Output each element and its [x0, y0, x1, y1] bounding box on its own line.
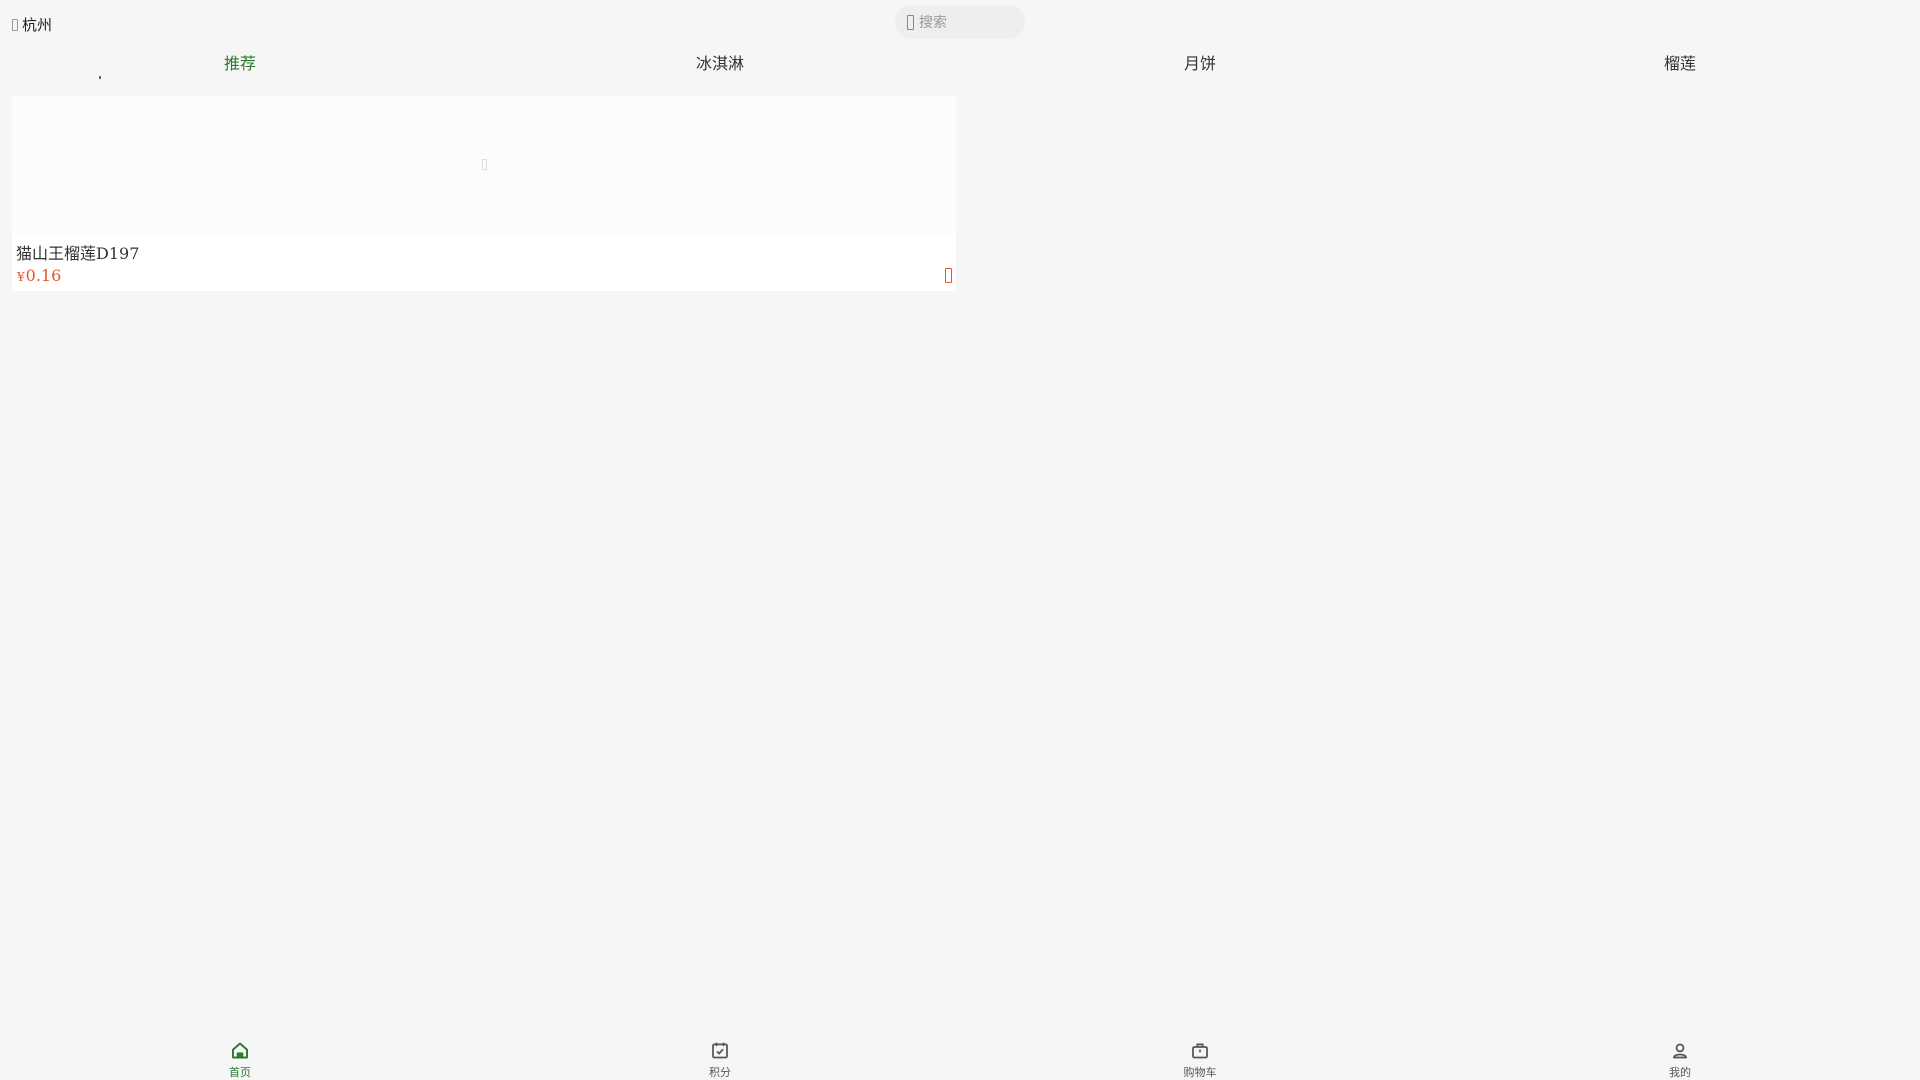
tab-mooncake[interactable]: 月饼: [960, 48, 1440, 80]
bag-icon: [1192, 1043, 1208, 1059]
tab-recommended[interactable]: 推荐: [0, 48, 480, 80]
nav-mine[interactable]: 我的: [1440, 1030, 1920, 1080]
nav-cart-label: 购物车: [1183, 1066, 1217, 1079]
location-icon: [12, 18, 18, 31]
category-tabs: 推荐 冰淇淋 月饼 榴莲: [0, 48, 1920, 80]
location-selector[interactable]: 杭州: [12, 14, 52, 35]
top-header: 杭州 搜索: [0, 0, 1920, 44]
product-image: [12, 96, 956, 234]
image-placeholder-icon: [482, 159, 487, 170]
home-icon: [232, 1042, 248, 1059]
nav-mine-label: 我的: [1669, 1066, 1691, 1079]
nav-points[interactable]: 积分: [480, 1030, 960, 1080]
location-label: 杭州: [22, 16, 53, 34]
price-value: 0.16: [25, 266, 62, 285]
bottom-nav: 首页 积分 购物车 我的: [0, 1030, 1920, 1080]
nav-home[interactable]: 首页: [0, 1030, 480, 1080]
currency-symbol: ¥: [17, 270, 25, 284]
nav-cart[interactable]: 购物车: [960, 1030, 1440, 1080]
tab-ice-cream[interactable]: 冰淇淋: [480, 48, 960, 80]
add-to-cart-icon[interactable]: [945, 268, 952, 283]
search-icon: [907, 14, 914, 30]
product-name: 猫山王榴莲D197: [16, 244, 140, 263]
tab-durian[interactable]: 榴莲: [1440, 48, 1920, 80]
tab-indicator: [99, 76, 101, 79]
user-icon: [1673, 1043, 1687, 1059]
search-placeholder: 搜索: [919, 15, 947, 31]
product-card[interactable]: 猫山王榴莲D197 ¥0.16: [12, 96, 956, 291]
search-box[interactable]: 搜索: [895, 5, 1025, 39]
nav-home-label: 首页: [229, 1066, 251, 1079]
calendar-check-icon: [712, 1042, 728, 1059]
nav-points-label: 积分: [709, 1066, 731, 1079]
product-price: ¥0.16: [17, 266, 61, 285]
